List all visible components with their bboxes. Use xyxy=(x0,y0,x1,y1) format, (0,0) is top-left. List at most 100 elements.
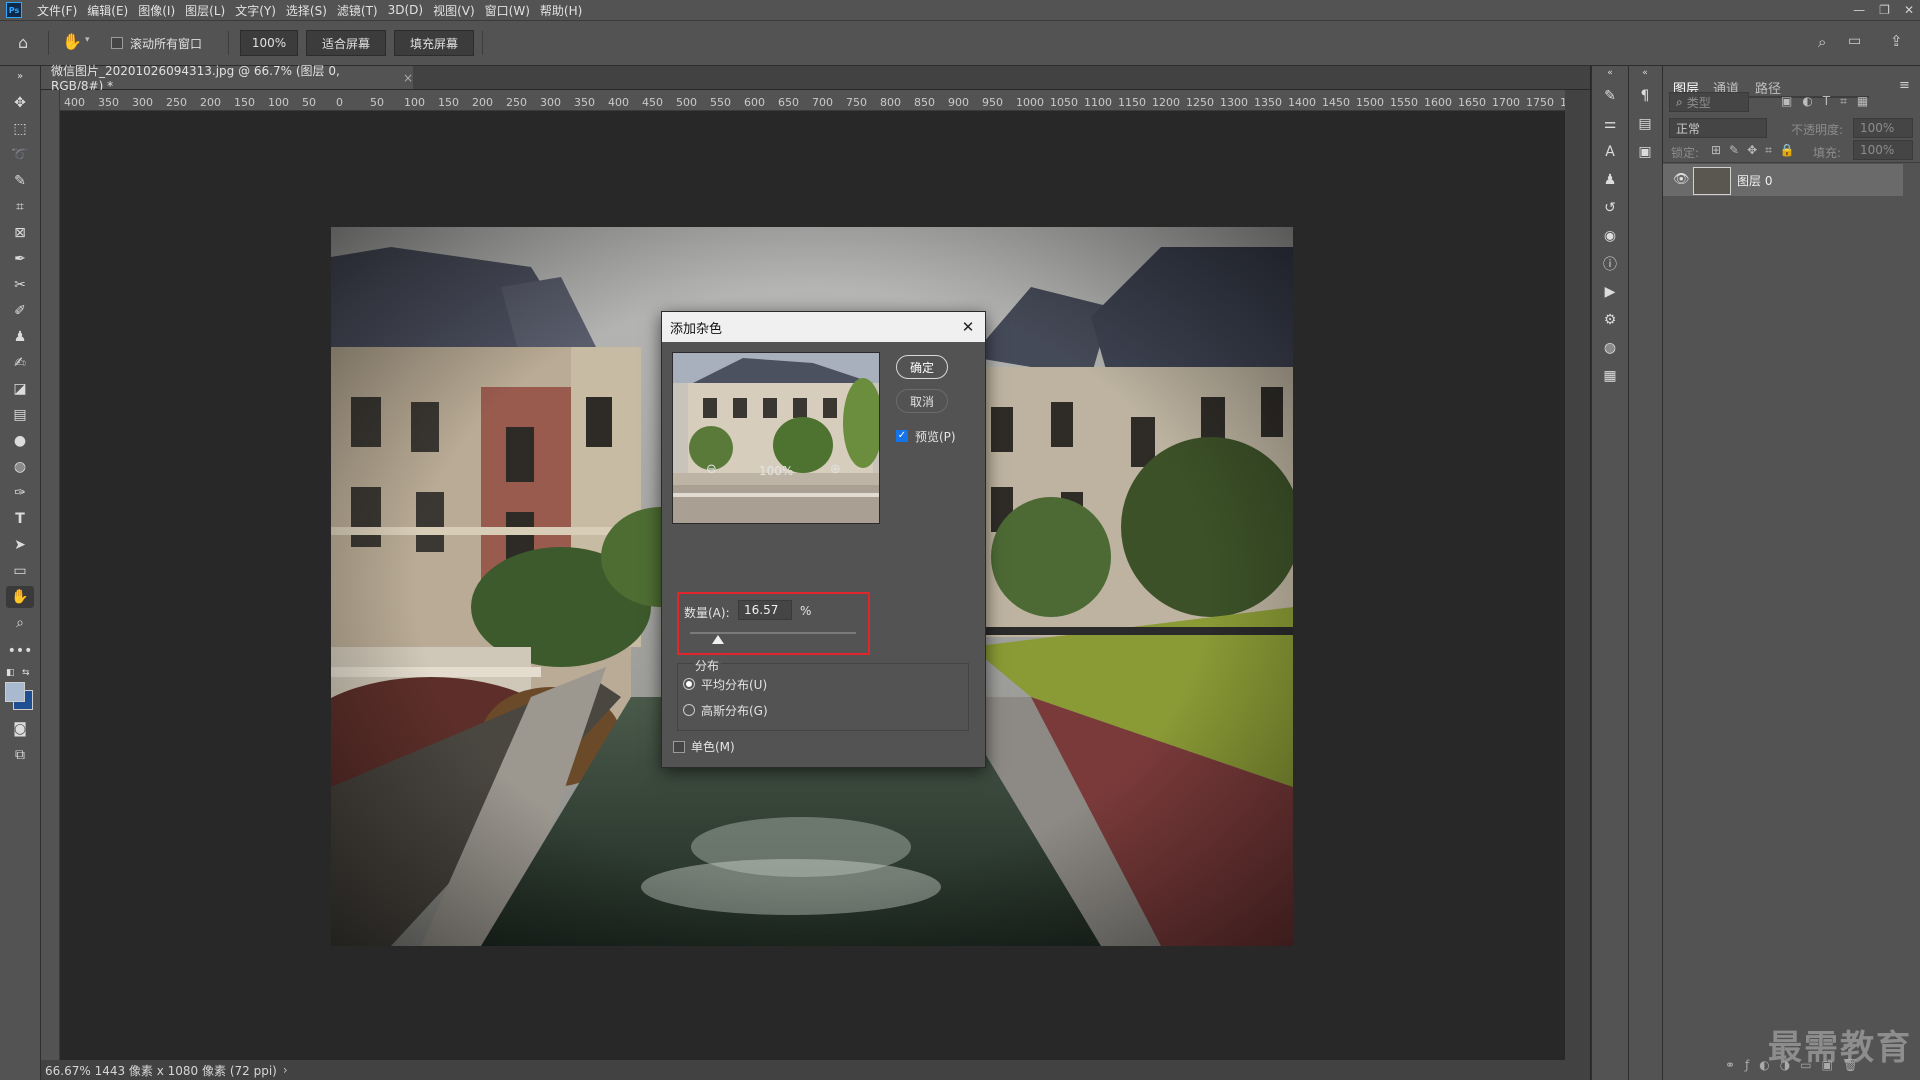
screen-mode-icon[interactable]: ⧉ xyxy=(6,744,34,766)
ok-button[interactable]: 确定 xyxy=(896,355,948,379)
menu-window[interactable]: 窗口(W) xyxy=(480,2,535,19)
scroll-all-checkbox[interactable] xyxy=(111,37,123,49)
ruler-tick-label: 250 xyxy=(506,96,527,109)
crop-tool-icon[interactable]: ⌗ xyxy=(6,196,34,218)
menu-layer[interactable]: 图层(L) xyxy=(180,2,230,19)
menu-select[interactable]: 选择(S) xyxy=(281,2,332,19)
eyedropper-tool-icon[interactable]: ✒ xyxy=(6,248,34,270)
blur-tool-icon[interactable]: ● xyxy=(6,430,34,452)
dialog-title-bar[interactable]: 添加杂色 ✕ xyxy=(662,312,985,342)
cancel-button[interactable]: 取消 xyxy=(896,389,948,413)
amount-slider-track[interactable] xyxy=(690,632,856,634)
path-select-tool-icon[interactable]: ➤ xyxy=(6,534,34,556)
fit-screen-button[interactable]: 适合屏幕 xyxy=(306,30,386,56)
amount-slider-thumb[interactable] xyxy=(712,635,725,644)
properties-icon[interactable]: ⚙ xyxy=(1600,310,1620,330)
lasso-tool-icon[interactable]: ➰ xyxy=(6,144,34,166)
spot-healing-tool-icon[interactable]: ✂ xyxy=(6,274,34,296)
type-tool-icon[interactable]: T xyxy=(6,508,34,530)
actions-icon[interactable]: ◉ xyxy=(1600,226,1620,246)
collapse-panels-icon[interactable]: « xyxy=(1635,68,1655,78)
minimize-icon[interactable]: — xyxy=(1853,3,1865,17)
libraries-icon[interactable]: ▤ xyxy=(1635,114,1655,134)
preview-checkbox[interactable]: ✓ xyxy=(896,430,908,442)
document-tab[interactable]: 微信图片_20201026094313.jpg @ 66.7% (图层 0, R… xyxy=(41,64,413,93)
layer-name[interactable]: 图层 0 xyxy=(1737,172,1772,189)
close-window-icon[interactable]: ✕ xyxy=(1904,3,1914,17)
menu-help[interactable]: 帮助(H) xyxy=(535,2,587,19)
uniform-radio[interactable] xyxy=(683,678,695,690)
menu-type[interactable]: 文字(Y) xyxy=(230,2,281,19)
menu-edit[interactable]: 编辑(E) xyxy=(82,2,133,19)
layer-row[interactable]: 👁 图层 0 xyxy=(1663,164,1903,196)
amount-field[interactable]: 16.57 xyxy=(738,600,792,620)
foreground-color-swatch[interactable] xyxy=(5,682,25,702)
panel-menu-icon[interactable]: ≡ xyxy=(1899,78,1910,93)
menu-file[interactable]: 文件(F) xyxy=(32,2,82,19)
restore-icon[interactable]: ❐ xyxy=(1879,3,1890,17)
close-tab-icon[interactable]: × xyxy=(403,71,413,85)
hand-tool-icon[interactable]: ✋ xyxy=(6,586,34,608)
quick-select-tool-icon[interactable]: ✎ xyxy=(6,170,34,192)
workspace-icon[interactable]: ▭ xyxy=(1848,33,1861,49)
gaussian-radio[interactable] xyxy=(683,704,695,716)
3d-icon[interactable]: ◍ xyxy=(1600,338,1620,358)
quick-mask-icon[interactable]: ◙ xyxy=(6,718,34,740)
swap-colors-icon[interactable]: ⇆ xyxy=(22,668,32,678)
chevron-right-icon[interactable]: › xyxy=(283,1063,288,1077)
ruler-tick-label: 1700 xyxy=(1492,96,1520,109)
brush-tool-icon[interactable]: ✐ xyxy=(6,300,34,322)
dodge-tool-icon[interactable]: ◍ xyxy=(6,456,34,478)
info-icon[interactable]: ⓘ xyxy=(1600,254,1620,274)
pen-tool-icon[interactable]: ✑ xyxy=(6,482,34,504)
brush-settings-icon[interactable]: ✎ xyxy=(1600,86,1620,106)
visibility-eye-icon[interactable]: 👁 xyxy=(1673,172,1690,187)
gradient-tool-icon[interactable]: ▤ xyxy=(6,404,34,426)
dialog-close-icon[interactable]: ✕ xyxy=(959,318,977,336)
collapse-panels-icon[interactable]: « xyxy=(1600,68,1620,78)
more-tools-icon[interactable]: ••• xyxy=(6,640,34,662)
menu-filter[interactable]: 滤镜(T) xyxy=(332,2,383,19)
history-icon[interactable]: ↺ xyxy=(1600,198,1620,218)
clone-source-icon[interactable]: ♟ xyxy=(1600,170,1620,190)
fill-screen-button[interactable]: 填充屏幕 xyxy=(394,30,474,56)
marquee-tool-icon[interactable]: ⬚ xyxy=(6,118,34,140)
hand-tool-icon[interactable]: ✋ xyxy=(62,32,82,51)
lock-icons[interactable]: ⊞✎✥⌗🔒 xyxy=(1711,143,1803,158)
collapse-toolbar-icon[interactable]: » xyxy=(6,70,34,82)
adjustments-icon[interactable]: ⚌ xyxy=(1600,114,1620,134)
chevron-down-icon[interactable]: ▾ xyxy=(85,35,90,45)
paragraph-icon[interactable]: ¶ xyxy=(1635,86,1655,106)
frame-tool-icon[interactable]: ⊠ xyxy=(6,222,34,244)
menu-3d[interactable]: 3D(D) xyxy=(383,3,428,17)
amount-label: 数量(A): xyxy=(684,606,730,620)
play-icon[interactable]: ▶ xyxy=(1600,282,1620,302)
fill-field[interactable]: 100% xyxy=(1853,140,1913,160)
share-icon[interactable]: ⇪ xyxy=(1890,32,1903,50)
home-icon[interactable]: ⌂ xyxy=(18,33,28,52)
eraser-tool-icon[interactable]: ◪ xyxy=(6,378,34,400)
opacity-field[interactable]: 100% xyxy=(1853,118,1913,138)
move-tool-icon[interactable]: ✥ xyxy=(6,92,34,114)
zoom-out-icon[interactable]: ⊖ xyxy=(706,462,717,477)
zoom-in-icon[interactable]: ⊕ xyxy=(830,462,841,477)
vertical-scrollbar[interactable] xyxy=(1565,90,1590,1060)
default-colors-icon[interactable]: ◧ xyxy=(6,668,16,678)
zoom-tool-icon[interactable]: ⌕ xyxy=(6,612,34,634)
search-icon[interactable]: ⌕ xyxy=(1818,33,1826,51)
menu-view[interactable]: 视图(V) xyxy=(428,2,480,19)
notes-icon[interactable]: ▣ xyxy=(1635,142,1655,162)
clone-stamp-tool-icon[interactable]: ♟ xyxy=(6,326,34,348)
rectangle-tool-icon[interactable]: ▭ xyxy=(6,560,34,582)
menu-image[interactable]: 图像(I) xyxy=(133,2,180,19)
blend-mode-select[interactable]: 正常 xyxy=(1669,118,1767,138)
filter-preview[interactable] xyxy=(672,352,880,524)
layer-kind-filter[interactable]: ⌕ 类型 xyxy=(1669,92,1749,112)
table-icon[interactable]: ▦ xyxy=(1600,366,1620,386)
history-brush-tool-icon[interactable]: ✍ xyxy=(6,352,34,374)
character-icon[interactable]: A xyxy=(1600,142,1620,162)
monochromatic-checkbox[interactable] xyxy=(673,741,685,753)
zoom-level-field[interactable]: 100% xyxy=(240,30,298,56)
layer-filter-icons[interactable]: ▣◐T⌗▦ xyxy=(1781,94,1878,109)
tab-paths[interactable]: 路径 xyxy=(1755,78,1781,97)
